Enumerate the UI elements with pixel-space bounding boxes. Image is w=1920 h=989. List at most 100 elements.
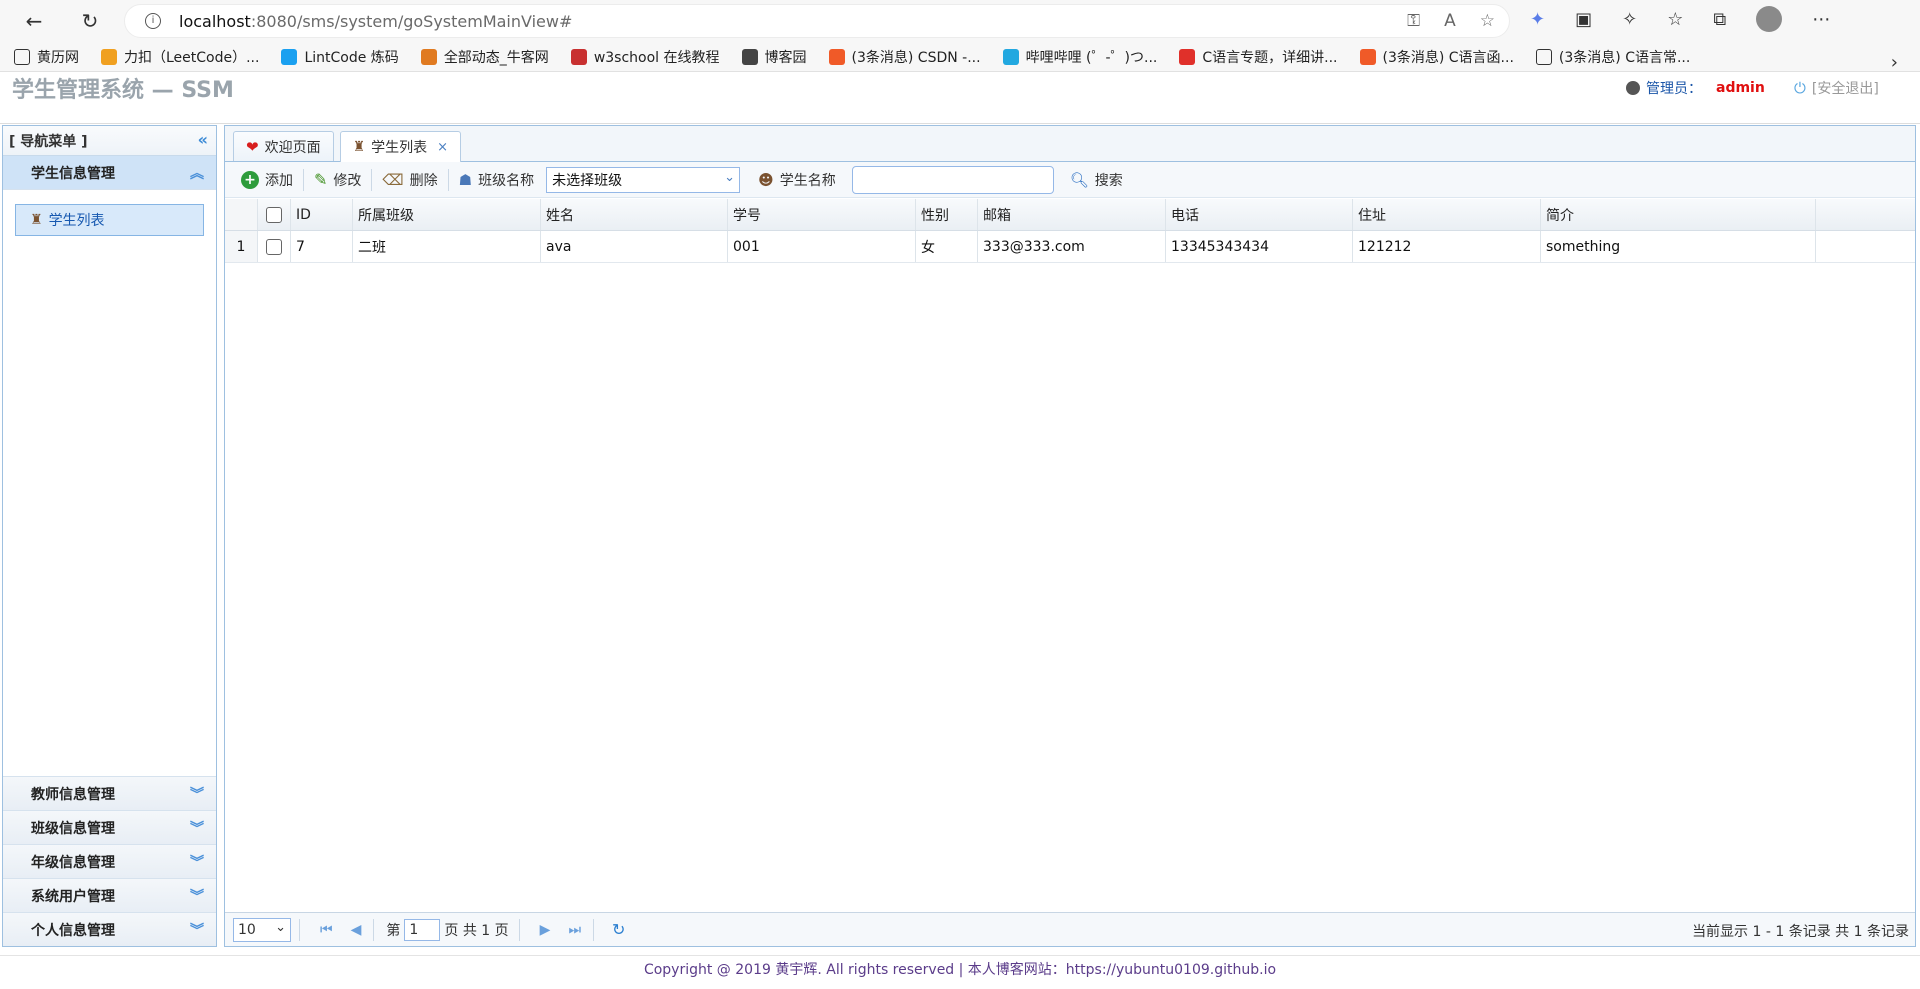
column-header[interactable]: 简介 — [1541, 199, 1816, 230]
extensions-puzzle-icon[interactable]: ✧ — [1622, 9, 1637, 30]
bookmark-item[interactable]: (3条消息) C语言函... — [1359, 47, 1514, 67]
table-row[interactable]: 1 7 二班 ava 001 女 333@333.com 13345343434… — [225, 231, 1915, 263]
search-button[interactable]: 🔍︎ 搜索 — [1062, 166, 1131, 194]
c-lang-icon — [1179, 48, 1196, 65]
grid-header: ID 所属班级 姓名 学号 性别 邮箱 电话 住址 简介 — [225, 199, 1915, 231]
bookmark-item[interactable]: 哔哩哔哩 (゜-゜)つ... — [1002, 47, 1157, 67]
cell-gender: 女 — [916, 231, 978, 262]
next-page-icon[interactable]: ▶ — [540, 922, 551, 938]
chevron-down-icon: ︾ — [190, 888, 204, 905]
sidebar-section-teacher[interactable]: 教师信息管理 ︾ — [3, 776, 216, 810]
collapse-left-icon[interactable]: « — [198, 130, 208, 149]
column-header[interactable]: ID — [291, 199, 353, 230]
sidebar-section-student[interactable]: 学生信息管理 ︽ — [3, 156, 216, 190]
tab-welcome[interactable]: ❤ 欢迎页面 — [233, 131, 334, 161]
sidebar-section-personal[interactable]: 个人信息管理 ︾ — [3, 912, 216, 946]
checkbox[interactable] — [266, 206, 282, 223]
page-size-select[interactable]: 10 ⌄ — [233, 917, 291, 942]
cell-address: 121212 — [1353, 231, 1541, 262]
bookmark-item[interactable]: 博客园 — [741, 47, 807, 67]
sidebar-section-sysuser[interactable]: 系统用户管理 ︾ — [3, 878, 216, 912]
student-icon: ♜ — [352, 139, 366, 155]
chevron-down-icon: ︾ — [190, 786, 204, 803]
chevron-down-icon: ⌄ — [275, 919, 286, 935]
back-arrow-icon[interactable]: ← — [14, 3, 54, 39]
bookmark-item[interactable]: (3条消息) C语言常... — [1535, 47, 1690, 67]
leetcode-icon — [101, 48, 117, 65]
csdn-icon — [828, 48, 845, 65]
page-number-input[interactable]: 1 — [404, 918, 441, 941]
favorites-icon[interactable]: ☆ — [1667, 9, 1683, 30]
close-icon[interactable]: × — [437, 140, 448, 155]
add-favorite-icon[interactable]: ☆ — [1480, 11, 1495, 31]
chevron-down-icon: ⌄ — [724, 169, 736, 185]
sidebar-section-class[interactable]: 班级信息管理 ︾ — [3, 810, 216, 844]
student-grid: ID 所属班级 姓名 学号 性别 邮箱 电话 住址 简介 1 7 二班 ava … — [225, 199, 1915, 263]
bookmark-item[interactable]: 黄历网 — [14, 47, 79, 67]
cell-sno: 001 — [728, 231, 916, 262]
column-header[interactable]: 性别 — [916, 199, 978, 230]
power-icon: ⏻ — [1794, 79, 1806, 97]
add-icon: + — [241, 170, 259, 189]
checkbox[interactable] — [266, 238, 282, 255]
select-all-checkbox[interactable] — [258, 199, 291, 230]
add-button[interactable]: + 添加 — [233, 166, 301, 194]
first-page-icon[interactable]: ⏮ — [320, 922, 333, 938]
profile-avatar[interactable] — [1756, 6, 1783, 32]
cell-email: 333@333.com — [978, 231, 1166, 262]
bookmark-item[interactable]: w3school 在线教程 — [570, 47, 720, 67]
read-aloud-icon[interactable]: A — [1444, 11, 1456, 31]
column-header[interactable]: 学号 — [728, 199, 916, 230]
column-header[interactable]: 电话 — [1166, 199, 1353, 230]
page-icon — [14, 48, 30, 65]
admin-info: 管理员： admin — [1626, 78, 1765, 98]
chevron-down-icon: ︾ — [190, 854, 204, 871]
user-icon — [1626, 81, 1640, 95]
extension-game-icon[interactable]: ▣ — [1575, 9, 1592, 30]
prev-page-icon[interactable]: ◀ — [351, 922, 362, 938]
refresh-icon[interactable]: ↻ — [612, 920, 625, 939]
more-menu-icon[interactable]: ⋯ — [1812, 9, 1830, 30]
sidebar-item-student-list[interactable]: ♜ 学生列表 — [15, 204, 204, 236]
admin-name: admin — [1716, 80, 1765, 96]
row-checkbox-cell[interactable] — [258, 231, 291, 262]
class-icon: ☗ — [458, 170, 473, 189]
cell-class: 二班 — [353, 231, 541, 262]
lintcode-icon — [281, 48, 298, 65]
bookmark-item[interactable]: 力扣（LeetCode）... — [101, 47, 259, 67]
bookmarks-overflow-icon[interactable]: › — [1891, 52, 1898, 73]
divider — [303, 168, 304, 191]
column-header[interactable]: 邮箱 — [978, 199, 1166, 230]
collections-icon[interactable]: ⧉ — [1713, 9, 1726, 30]
bookmark-item[interactable]: C语言专题，详细讲... — [1179, 47, 1338, 67]
bookmark-item[interactable]: 全部动态_牛客网 — [420, 47, 549, 67]
delete-button[interactable]: ⌫ 删除 — [374, 166, 445, 194]
tab-student-list[interactable]: ♜ 学生列表 × — [339, 131, 462, 162]
main-panel: ❤ 欢迎页面 ♜ 学生列表 × + 添加 ✎ 修改 ⌫ 删除 ☗ 班级名称 未选择班级 … — [224, 125, 1916, 947]
bookmarks-bar: 黄历网 力扣（LeetCode）... LintCode 炼码 全部动态_牛客网… — [0, 42, 1920, 72]
column-header[interactable]: 住址 — [1353, 199, 1541, 230]
extension-bird-icon[interactable]: ✦ — [1530, 9, 1545, 30]
divider — [371, 168, 373, 191]
divider — [593, 918, 595, 941]
class-select[interactable]: 未选择班级 ⌄ — [546, 166, 741, 193]
last-page-icon[interactable]: ⏭ — [568, 922, 581, 938]
bilibili-icon — [1002, 48, 1019, 65]
site-info-icon[interactable]: i — [145, 13, 161, 29]
student-name-input[interactable] — [851, 165, 1054, 194]
sidebar-section-grade[interactable]: 年级信息管理 ︾ — [3, 844, 216, 878]
column-header[interactable]: 所属班级 — [353, 199, 541, 230]
refresh-icon[interactable]: ↻ — [70, 3, 110, 39]
edit-button[interactable]: ✎ 修改 — [306, 166, 369, 194]
class-filter-label: ☗ 班级名称 — [458, 170, 535, 189]
column-header[interactable]: 姓名 — [541, 199, 728, 230]
pager-info: 当前显示 1 - 1 条记录 共 1 条记录 — [1692, 924, 1909, 940]
bookmark-item[interactable]: LintCode 炼码 — [281, 47, 399, 67]
row-number: 1 — [225, 231, 258, 262]
page-icon — [1535, 48, 1552, 65]
address-bar[interactable]: i localhost:8080/sms/system/goSystemMain… — [124, 4, 1510, 38]
bookmark-item[interactable]: (3条消息) CSDN -... — [828, 47, 981, 67]
logout-link[interactable]: ⏻ [安全退出] — [1794, 78, 1879, 98]
divider — [299, 918, 300, 941]
key-icon[interactable]: ⚿ — [1407, 11, 1420, 31]
